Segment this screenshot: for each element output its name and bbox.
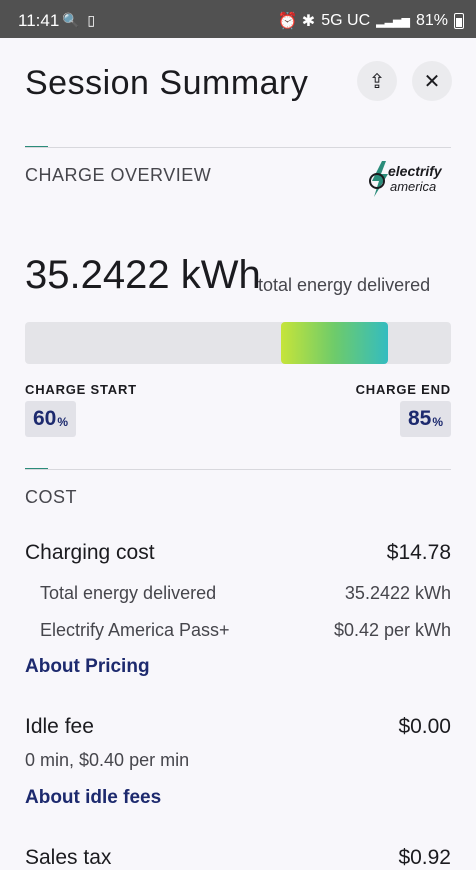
session-summary-sheet: Session Summary ⇪ ✕ CHARGE OVERVIEW elec… xyxy=(0,38,476,869)
logo-text-america: america xyxy=(390,179,437,194)
charge-end-value: 85 xyxy=(407,407,432,430)
share-icon: ⇪ xyxy=(368,70,386,93)
about-pricing-link[interactable]: About Pricing xyxy=(25,656,150,678)
charging-cost-value: $14.78 xyxy=(386,541,451,564)
charge-start-value: 60 xyxy=(33,407,57,430)
percent-unit: % xyxy=(432,414,443,429)
sales-tax-label: Sales tax xyxy=(25,846,112,869)
network-type: 5G UC xyxy=(321,12,371,29)
close-icon: ✕ xyxy=(423,70,441,93)
electrify-america-logo: electrify america xyxy=(368,161,458,201)
signal-icon: ▂▃▅▆ xyxy=(376,15,410,28)
status-notification-icons: 🔍 ▯ xyxy=(62,12,98,28)
charge-end-badge: 85% xyxy=(399,401,451,437)
energy-delivered-value: 35.2422 kWh xyxy=(25,253,261,297)
idle-fee-label: Idle fee xyxy=(25,715,94,738)
charging-cost-label: Charging cost xyxy=(25,541,155,564)
cost-title: COST xyxy=(25,487,78,507)
pass-plan-label: Electrify America Pass+ xyxy=(40,620,230,640)
alarm-bluetooth-icons: ⏰ ✱ xyxy=(277,13,316,30)
charge-start-badge: 60% xyxy=(25,401,77,437)
energy-sub-value: 35.2422 kWh xyxy=(344,583,451,603)
close-button[interactable]: ✕ xyxy=(412,61,452,101)
energy-sub-label: Total energy delivered xyxy=(40,583,217,603)
percent-unit: % xyxy=(57,414,69,429)
charge-end-label: CHARGE END xyxy=(355,382,451,397)
divider xyxy=(25,147,451,148)
battery-percent: 81% xyxy=(415,12,448,29)
logo-text-electrify: electrify xyxy=(388,163,442,179)
sales-tax-value: $0.92 xyxy=(398,846,451,869)
charge-progress-bar xyxy=(25,322,451,364)
charge-overview-title: CHARGE OVERVIEW xyxy=(25,165,212,185)
energy-delivered-label: total energy delivered xyxy=(258,275,431,295)
idle-fee-note: 0 min, $0.40 per min xyxy=(25,750,190,770)
battery-icon xyxy=(454,13,464,29)
charge-progress-fill xyxy=(281,322,388,364)
page-title: Session Summary xyxy=(25,64,309,102)
status-right: ⏰ ✱ 5G UC ▂▃▅▆ 81% xyxy=(277,11,464,31)
status-time: 11:41 xyxy=(18,11,60,30)
pass-plan-rate: $0.42 per kWh xyxy=(333,620,451,640)
idle-fee-value: $0.00 xyxy=(398,715,451,738)
status-bar: 11:41 🔍 ▯ ⏰ ✱ 5G UC ▂▃▅▆ 81% xyxy=(0,0,476,38)
about-idle-fees-link[interactable]: About idle fees xyxy=(25,787,161,809)
divider xyxy=(25,469,451,470)
share-button[interactable]: ⇪ xyxy=(357,61,397,101)
charge-start-label: CHARGE START xyxy=(25,382,137,397)
